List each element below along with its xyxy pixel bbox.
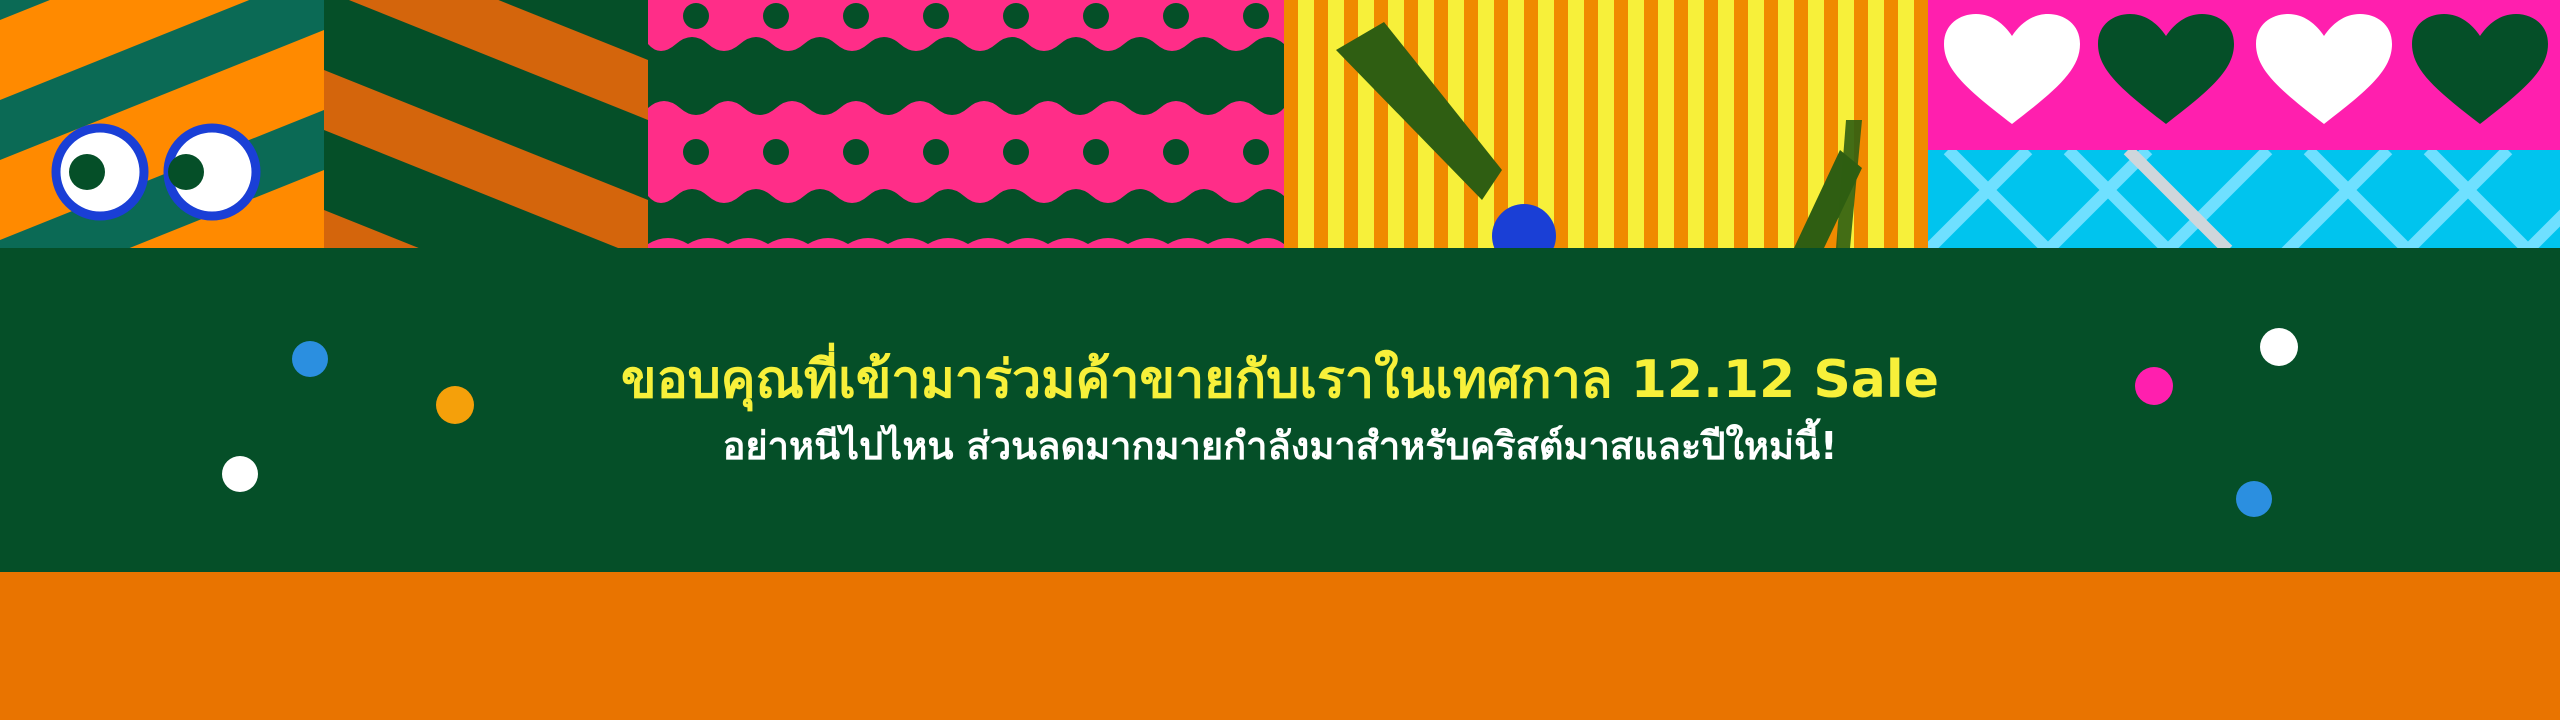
- wavy-dot-panel: [648, 0, 1284, 248]
- confetti-dot: [436, 386, 474, 424]
- confetti-dot: [2135, 367, 2173, 405]
- diagonal-stripe-panel: [0, 0, 648, 248]
- pattern-strip: [0, 0, 2560, 248]
- confetti-dot: [2260, 328, 2298, 366]
- thank-you-headline: ขอบคุณที่เข้ามาร่วมค้าขายกับเราในเทศกาล …: [621, 350, 1939, 410]
- confetti-dot: [222, 456, 258, 492]
- promo-subline: อย่าหนีไปไหน ส่วนลดมากมายกำลังมาสำหรับคร…: [722, 424, 1838, 468]
- hearts-lattice-panel: [1928, 0, 2560, 248]
- orange-footer-band: [0, 572, 2560, 720]
- vertical-stripe-panel: [1284, 0, 1928, 248]
- confetti-dot: [292, 341, 328, 377]
- confetti-dot: [2236, 481, 2272, 517]
- sale-banner: ขอบคุณที่เข้ามาร่วมค้าขายกับเราในเทศกาล …: [0, 0, 2560, 720]
